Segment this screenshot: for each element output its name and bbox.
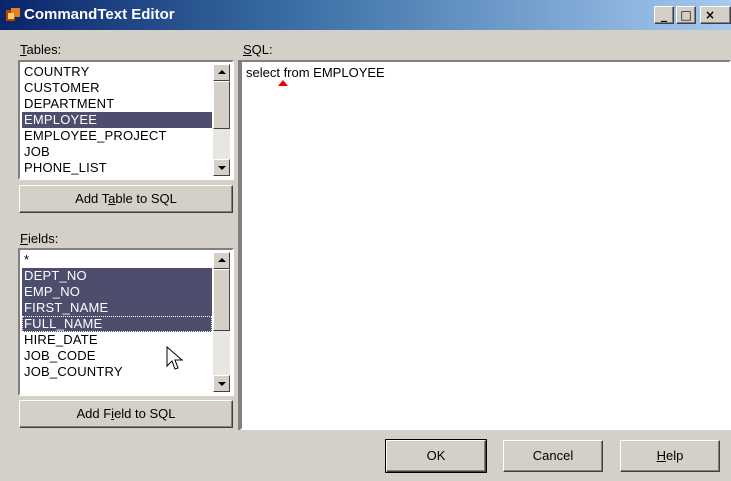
tables-label: Tables: [20, 42, 61, 57]
table-list-item[interactable]: EMPLOYEE [22, 112, 212, 128]
fields-scroll-up-button[interactable] [213, 252, 230, 269]
maximize-button[interactable]: □ [676, 6, 696, 24]
tables-scroll-down-button[interactable] [213, 159, 230, 176]
title-bar[interactable]: CommandText Editor _ □ × [0, 0, 731, 30]
sql-text[interactable]: select from EMPLOYEE [246, 65, 385, 80]
add-field-label-rest: eld to SQL [114, 406, 176, 421]
add-field-label-prefix: Add F [76, 406, 112, 421]
minimize-button[interactable]: _ [654, 6, 674, 24]
minimize-icon: _ [661, 8, 667, 22]
add-table-to-sql-button[interactable]: Add Table to SQL [19, 185, 233, 213]
tables-scroll-up-button[interactable] [213, 64, 230, 81]
table-list-item[interactable]: DEPARTMENT [22, 96, 212, 112]
ok-label: OK [426, 448, 446, 463]
window-title: CommandText Editor [24, 6, 175, 23]
fields-scroll-thumb[interactable] [213, 269, 230, 331]
insertion-point-marker-icon [278, 80, 288, 86]
mouse-cursor-icon [166, 346, 184, 370]
field-list-item[interactable]: DEPT_NO [22, 268, 212, 284]
cancel-label: Cancel [532, 448, 574, 463]
add-table-label-prefix: Add T [75, 191, 109, 206]
field-list-item[interactable]: * [22, 252, 212, 268]
fields-label-rest: ields: [27, 231, 59, 246]
sql-label-rest: QL: [251, 42, 273, 57]
sql-label-accel: S [243, 42, 252, 57]
help-label-accel: H [656, 448, 667, 463]
ok-button[interactable]: OK [385, 439, 487, 473]
maximize-icon: □ [680, 8, 692, 22]
sql-label: SQL: [243, 42, 273, 57]
cancel-button[interactable]: Cancel [503, 440, 603, 472]
tables-list: COUNTRY CUSTOMER DEPARTMENT EMPLOYEE EMPLOYE… [22, 64, 212, 176]
fields-label: Fields: [20, 231, 58, 246]
arrow-down-icon [218, 166, 226, 170]
app-icon [6, 8, 20, 21]
close-icon: × [705, 8, 716, 22]
help-button[interactable]: Help [620, 440, 720, 472]
fields-listbox[interactable]: * DEPT_NO EMP_NO FIRST_NAME FULL_NAME HIRE_DA… [18, 248, 234, 396]
commandtext-editor-window: CommandText Editor _ □ × Tables: COUNTRY… [0, 0, 731, 481]
table-list-item[interactable]: CUSTOMER [22, 80, 212, 96]
arrow-up-icon [218, 258, 226, 262]
field-list-item[interactable]: FULL_NAME [22, 316, 212, 332]
table-list-item[interactable]: PHONE_LIST [22, 160, 212, 176]
table-list-item[interactable]: JOB [22, 144, 212, 160]
tables-listbox[interactable]: COUNTRY CUSTOMER DEPARTMENT EMPLOYEE EMPLOYE… [18, 60, 234, 180]
arrow-up-icon [218, 70, 226, 74]
help-label-rest: elp [666, 448, 684, 463]
add-field-to-sql-button[interactable]: Add Field to SQL [19, 400, 233, 428]
field-list-item[interactable]: EMP_NO [22, 284, 212, 300]
close-button[interactable]: × [700, 6, 731, 24]
table-list-item[interactable]: COUNTRY [22, 64, 212, 80]
sql-editor[interactable]: select from EMPLOYEE [240, 60, 731, 430]
fields-scrollbar[interactable] [213, 252, 230, 392]
tables-label-rest: ables: [26, 42, 62, 57]
table-list-item[interactable]: EMPLOYEE_PROJECT [22, 128, 212, 144]
tables-scroll-thumb[interactable] [213, 81, 230, 129]
arrow-down-icon [218, 382, 226, 386]
tables-scrollbar[interactable] [213, 64, 230, 176]
fields-label-accel: F [20, 231, 28, 246]
fields-scroll-down-button[interactable] [213, 375, 230, 392]
field-list-item[interactable]: FIRST_NAME [22, 300, 212, 316]
add-table-label-rest: ble to SQL [115, 191, 177, 206]
